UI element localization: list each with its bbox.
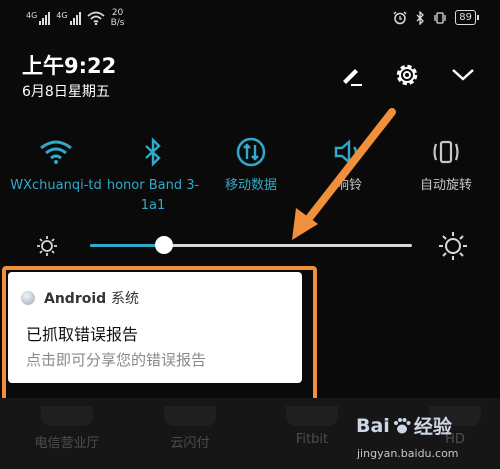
notification-card[interactable]: Android 系统 已抓取错误报告 点击即可分享您的错误报告: [8, 272, 302, 383]
pencil-icon: [343, 69, 362, 86]
settings-button[interactable]: [392, 60, 422, 90]
tile-label: honor Band 3-1a1: [106, 178, 200, 213]
net-speed: 20 B/s: [110, 8, 125, 28]
edit-tiles-button[interactable]: [336, 60, 366, 90]
tile-label: 自动旋转: [419, 178, 472, 193]
collapse-panel-button[interactable]: [448, 60, 478, 90]
baidu-watermark: Bai 经验: [356, 414, 452, 439]
rotate-icon: [433, 140, 459, 164]
dock-app-telecom[interactable]: 电信营业厅: [22, 406, 112, 451]
notification-title: 已抓取错误报告: [26, 325, 139, 344]
bluetooth-status-icon: [416, 10, 425, 25]
android-system-icon: [21, 291, 35, 305]
speaker-icon: [334, 139, 358, 165]
wifi-status-icon: [87, 11, 105, 25]
wifi-icon: [40, 140, 72, 164]
dock-app-cloudpay[interactable]: 云闪付: [145, 406, 235, 451]
paw-icon: [393, 417, 411, 433]
tile-label: 移动数据: [224, 178, 277, 193]
gear-icon: [396, 64, 418, 86]
cloudpay-app-icon: [164, 406, 216, 426]
brightness-row: [0, 226, 500, 266]
tile-label: WXchuanqi-td: [10, 178, 102, 193]
brightness-fill: [90, 244, 165, 247]
bluetooth-icon: [145, 137, 161, 167]
vibrate-icon: [434, 11, 446, 24]
tile-wifi[interactable]: WXchuanqi-td: [8, 136, 104, 196]
alarm-icon: [393, 11, 407, 24]
sim2-signal-icon: 4G: [56, 11, 81, 25]
brightness-high-icon: [439, 232, 467, 260]
notification-app-name: Android 系统: [44, 291, 140, 307]
tile-bluetooth[interactable]: honor Band 3-1a1: [105, 136, 201, 216]
tile-ring[interactable]: 响铃: [301, 136, 397, 196]
telecom-app-icon: [41, 406, 93, 426]
clock-time: 上午9:22: [22, 54, 117, 78]
tile-auto-rotate[interactable]: 自动旋转: [398, 136, 494, 196]
status-bar: 4G 4G 20 B/s 89: [0, 0, 500, 36]
tile-label: 响铃: [335, 178, 362, 193]
notification-body: 点击即可分享您的错误报告: [26, 351, 207, 369]
brightness-slider[interactable]: [90, 236, 412, 254]
fitbit-app-icon: [286, 406, 338, 426]
mobile-data-icon: [236, 137, 266, 167]
sim1-signal-icon: 4G: [26, 11, 51, 25]
battery-indicator: 89: [455, 10, 479, 25]
chevron-down-icon: [452, 69, 474, 81]
tile-mobile-data[interactable]: 移动数据: [203, 136, 299, 196]
clock-date: 6月8日星期五: [22, 84, 110, 100]
brightness-low-icon: [37, 236, 57, 256]
dock-app-fitbit[interactable]: Fitbit: [267, 406, 357, 447]
brightness-thumb[interactable]: [155, 236, 174, 254]
watermark-url: jingyan.baidu.com: [357, 447, 459, 460]
